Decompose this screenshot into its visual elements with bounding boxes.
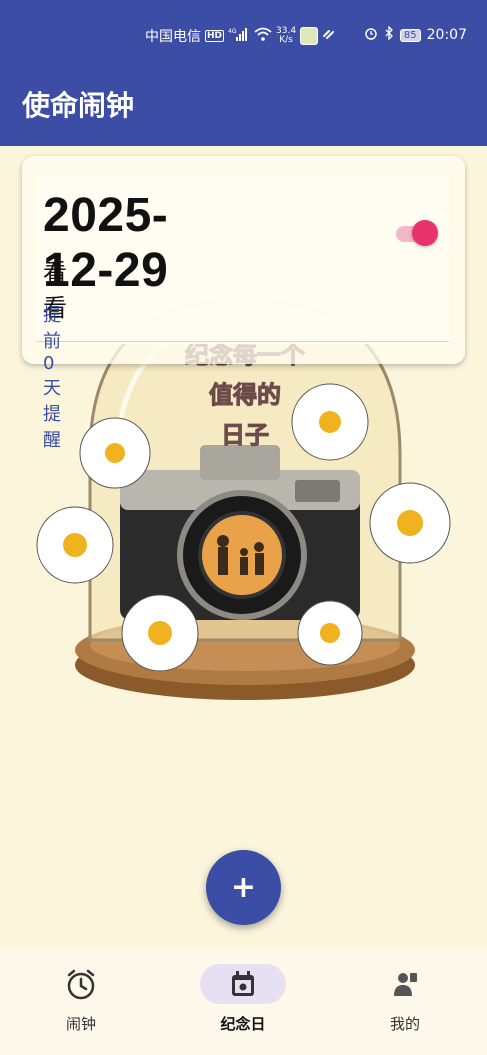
remind-text: 提前0天提醒 (43, 305, 61, 451)
signal-icon: 4G (228, 27, 250, 45)
bottom-nav: 闹钟 纪念日 我的 (0, 947, 487, 1055)
daisy (121, 594, 199, 672)
nav-label-anniversary: 纪念日 (220, 1015, 266, 1033)
calendar-icon (232, 971, 254, 996)
link-icon (322, 27, 336, 45)
illustration-caption-line2: 值得的 (209, 381, 281, 409)
nav-item-anniversary[interactable]: 纪念日 (178, 947, 308, 1055)
battery-icon: 85 (399, 28, 421, 42)
alarm-icon (364, 26, 378, 44)
nav-icon-wrap (200, 964, 286, 1004)
wifi-icon (254, 27, 272, 45)
nav-icon-wrap (362, 964, 448, 1004)
anniversary-toggle[interactable] (396, 220, 438, 246)
app-icon (300, 27, 319, 45)
daisy (297, 600, 363, 666)
nav-label-alarm: 闹钟 (65, 1015, 96, 1033)
speed-unit: K/s (279, 35, 293, 45)
person-icon (394, 973, 417, 996)
app-bar: 使命闹钟 (0, 58, 487, 146)
carrier-label: 中国电信 (145, 29, 201, 45)
signal-type: 4G (228, 28, 237, 35)
daisy (369, 482, 451, 564)
daisy (79, 417, 151, 489)
status-bar: 中国电信 HD 4G 33.4 K/s 85 20:07 (0, 0, 487, 58)
app-title: 使命闹钟 (22, 89, 135, 122)
hd-icon: HD (205, 30, 225, 42)
daisy (291, 383, 369, 461)
net-speed: 33.4 K/s (276, 27, 296, 45)
nav-item-mine[interactable]: 我的 (340, 947, 470, 1055)
nav-item-alarm[interactable]: 闹钟 (16, 947, 146, 1055)
illustration-caption-line3: 日子 (221, 421, 269, 449)
clock-time: 20:07 (426, 27, 467, 43)
nav-label-mine: 我的 (389, 1015, 420, 1033)
alarm-clock-icon (67, 969, 95, 1000)
bluetooth-icon (384, 25, 394, 44)
nav-icon-wrap (38, 964, 124, 1004)
add-anniversary-button[interactable]: + (206, 850, 281, 925)
toggle-thumb (412, 220, 438, 246)
daisy (36, 506, 114, 584)
